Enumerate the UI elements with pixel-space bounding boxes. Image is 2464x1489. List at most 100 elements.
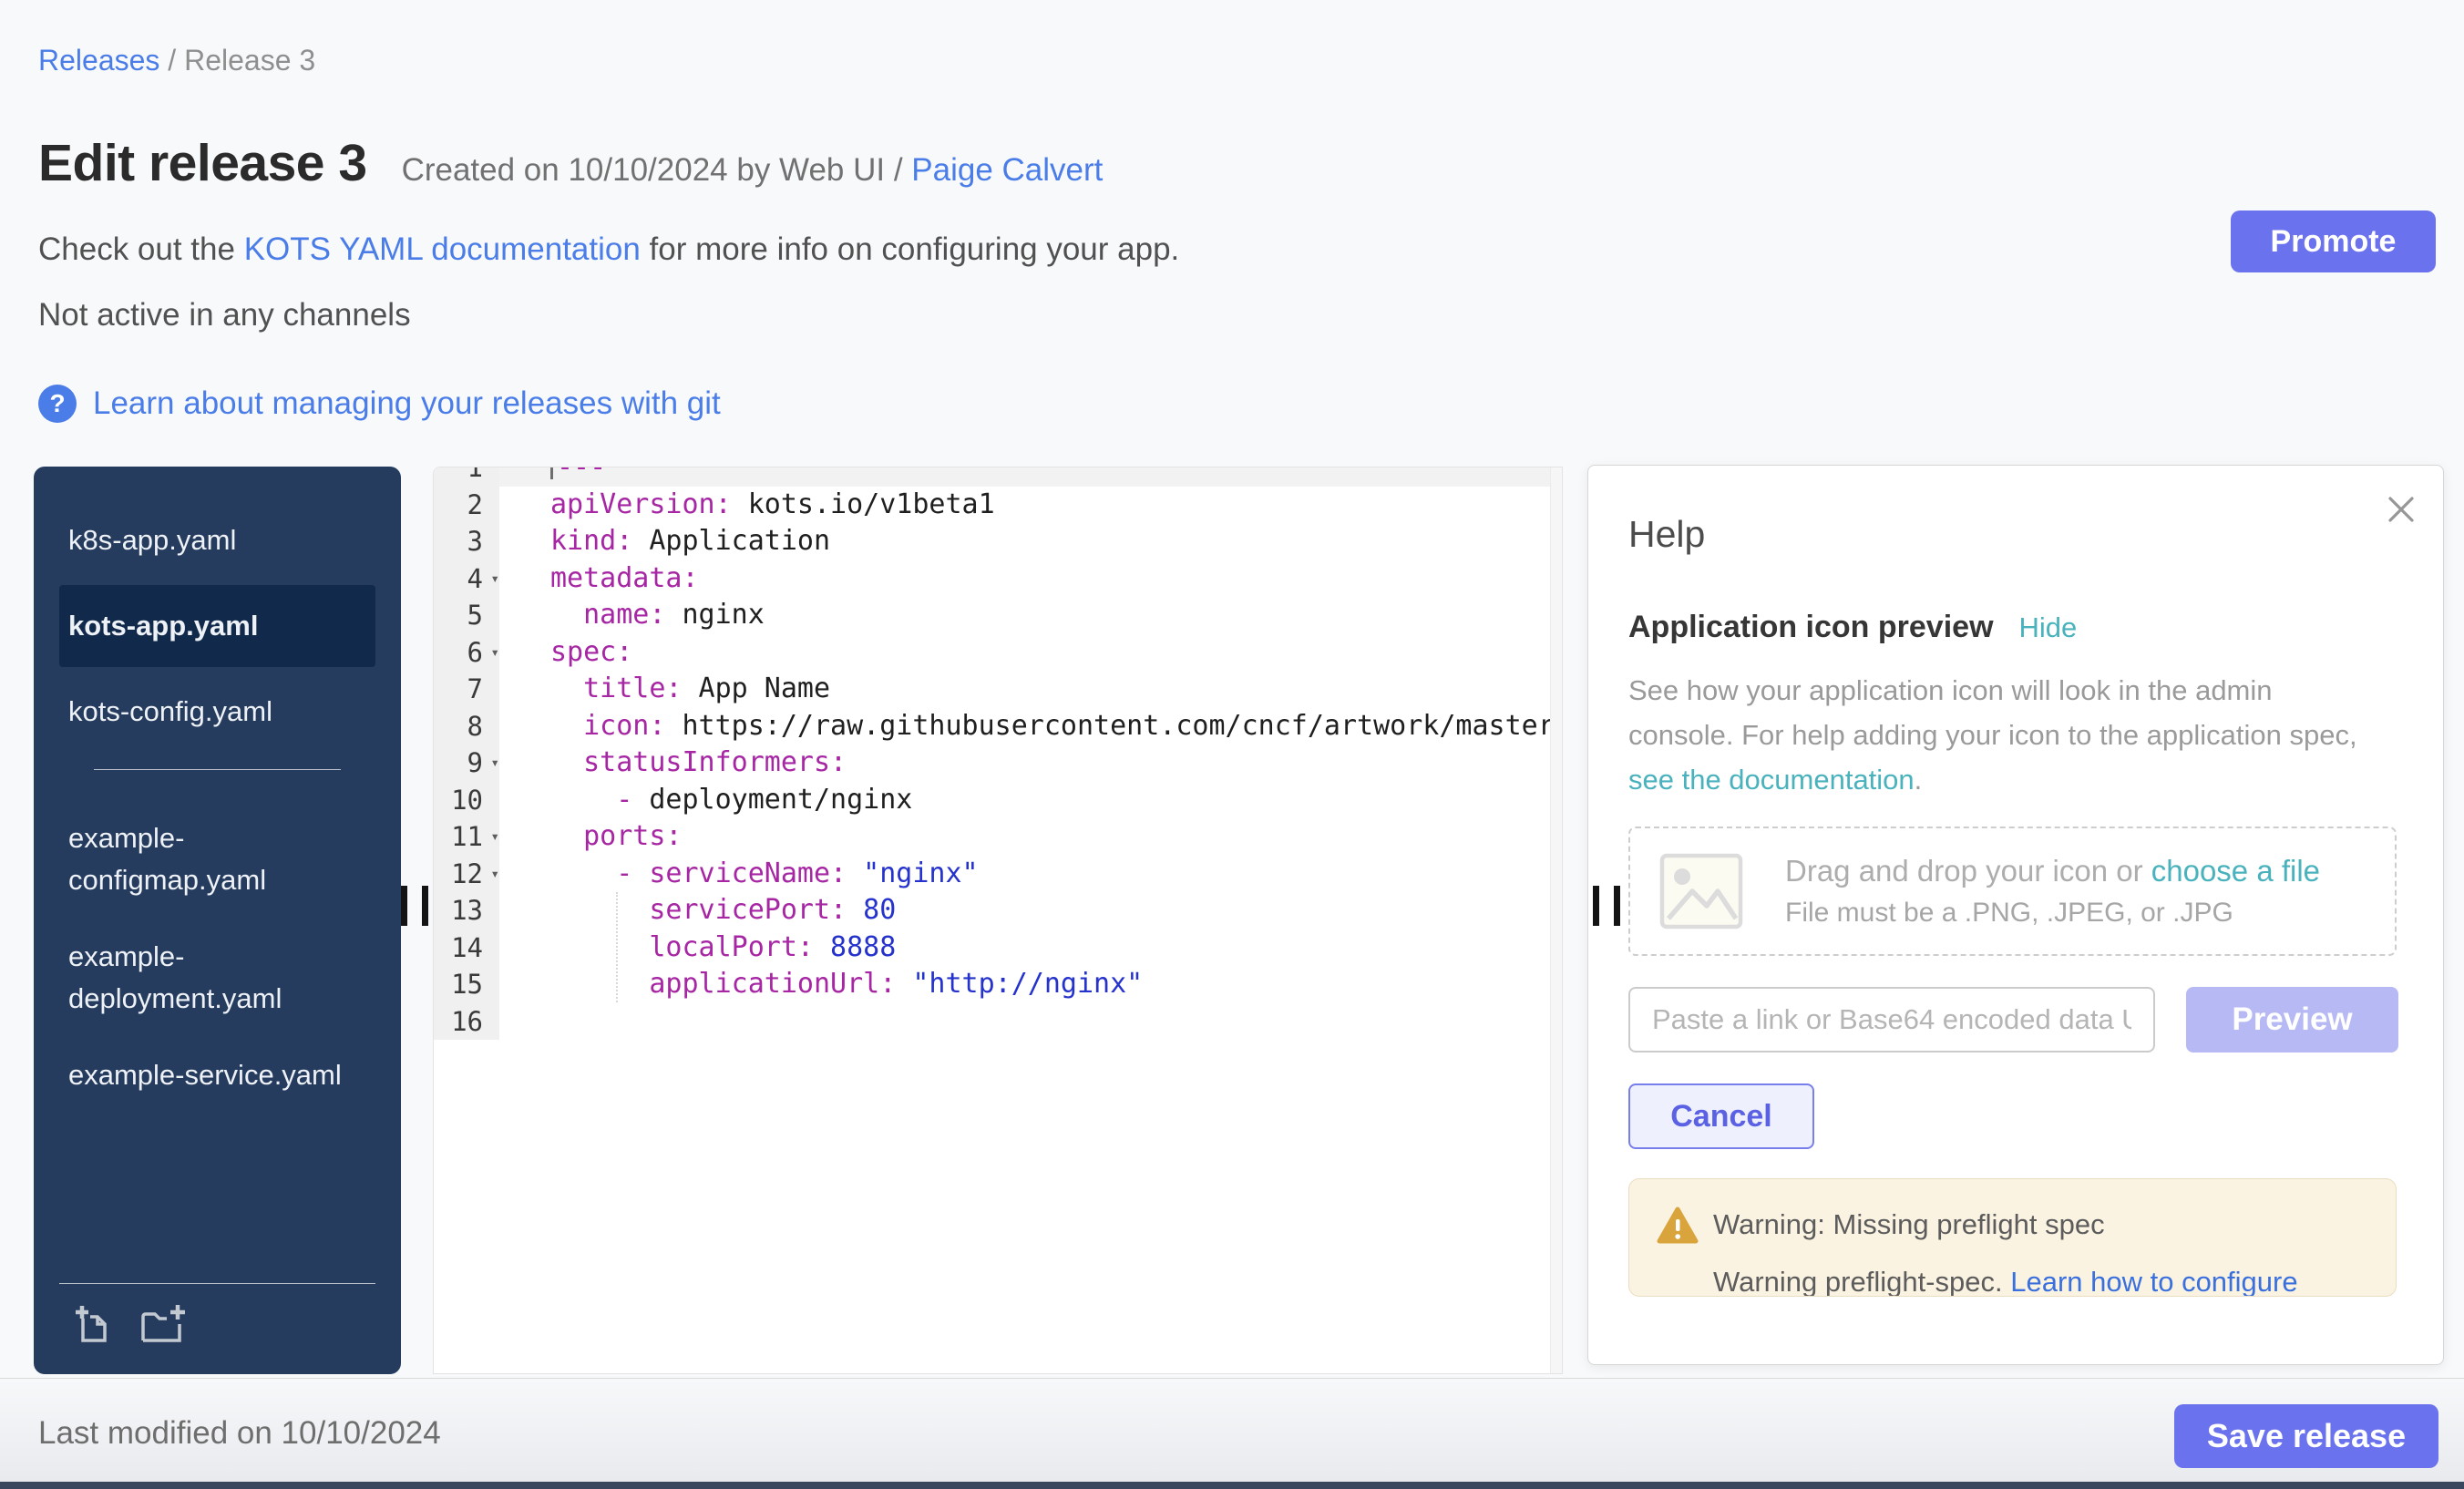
code-line[interactable]: 10 - deployment/nginx — [434, 782, 1562, 819]
text-cursor — [550, 467, 553, 479]
code-line[interactable]: 9▾ statusInformers: — [434, 744, 1562, 782]
help-panel-resize-handle[interactable] — [1593, 886, 1626, 926]
code-key: name: — [550, 599, 665, 631]
kots-docs-link[interactable]: KOTS YAML documentation — [244, 231, 641, 267]
file-list: k8s-app.yaml kots-app.yaml kots-config.y… — [34, 467, 401, 1107]
code-value: nginx — [665, 599, 764, 631]
created-info: Created on 10/10/2024 by Web UI / Paige … — [402, 152, 1104, 189]
code-line[interactable]: 11▾ ports: — [434, 818, 1562, 856]
close-help-button[interactable] — [2383, 491, 2419, 528]
preflight-warning: Warning: Missing preflight spec Warning … — [1628, 1178, 2397, 1297]
fold-arrow-icon[interactable]: ▾ — [490, 744, 499, 782]
hide-link[interactable]: Hide — [2019, 611, 2078, 644]
code-line[interactable]: 7 title: App Name — [434, 671, 1562, 708]
code-line[interactable]: 13 servicePort: 80 — [434, 892, 1562, 929]
add-folder-icon — [139, 1304, 187, 1344]
title-row: Edit release 3 Created on 10/10/2024 by … — [38, 133, 1103, 193]
save-release-button[interactable]: Save release — [2174, 1404, 2438, 1468]
code-line[interactable]: 12▾ - serviceName: "nginx" — [434, 856, 1562, 893]
fold-arrow-icon[interactable]: ▾ — [490, 818, 499, 856]
preflight-configure-link[interactable]: Learn how to configure — [2010, 1266, 2297, 1297]
line-number: 12▾ — [434, 856, 499, 893]
code-key: metadata: — [550, 562, 699, 594]
line-number: 6▾ — [434, 634, 499, 672]
code-line[interactable]: 2 apiVersion: kots.io/v1beta1 — [434, 487, 1562, 524]
line-number: 5 — [434, 597, 499, 634]
code-line[interactable]: 3 kind: Application — [434, 523, 1562, 560]
promote-button[interactable]: Promote — [2231, 211, 2436, 272]
code-line[interactable]: 16 — [434, 1003, 1562, 1041]
dropzone-file-requirements: File must be a .PNG, .JPEG, or .JPG — [1785, 898, 2320, 929]
sidebar-actions — [59, 1283, 375, 1374]
line-number: 4▾ — [434, 560, 499, 598]
warning-body: Warning preflight-spec. Learn how to con… — [1713, 1266, 2298, 1297]
code-line[interactable]: 14 localPort: 8888 — [434, 929, 1562, 967]
line-number: 15 — [434, 966, 499, 1003]
image-placeholder-icon — [1659, 853, 1743, 929]
code-key: - serviceName: — [550, 857, 847, 889]
line-number: 10 — [434, 782, 499, 819]
file-item-k8s-app[interactable]: k8s-app.yaml — [59, 508, 375, 572]
add-file-button[interactable] — [72, 1304, 112, 1347]
add-folder-button[interactable] — [139, 1304, 187, 1347]
code-key: --- — [557, 467, 606, 483]
section-title: Application icon preview — [1628, 610, 1994, 645]
fold-arrow-icon[interactable]: ▾ — [490, 634, 499, 672]
icon-url-row: Preview — [1628, 987, 2398, 1053]
file-item-example-configmap[interactable]: example-configmap.yaml — [59, 806, 375, 912]
code-value: App Name — [683, 673, 831, 704]
git-releases-link[interactable]: Learn about managing your releases with … — [93, 385, 721, 422]
icon-dropzone[interactable]: Drag and drop your icon or choose a file… — [1628, 827, 2397, 956]
see-documentation-link[interactable]: see the documentation — [1628, 764, 1915, 796]
choose-file-link[interactable]: choose a file — [2151, 854, 2320, 888]
code-key: spec: — [550, 636, 632, 668]
code-value: Application — [632, 525, 830, 557]
code-key: icon: — [550, 710, 665, 742]
fold-arrow-icon[interactable]: ▾ — [490, 560, 499, 598]
code-line[interactable]: 8 icon: https://raw.githubusercontent.co… — [434, 708, 1562, 745]
help-panel-title: Help — [1628, 513, 1705, 556]
code-key: localPort: — [550, 931, 814, 963]
line-number: 14 — [434, 929, 499, 967]
file-item-kots-app[interactable]: kots-app.yaml — [59, 585, 375, 667]
cancel-button[interactable]: Cancel — [1628, 1083, 1814, 1149]
file-item-kots-config[interactable]: kots-config.yaml — [59, 680, 375, 744]
code-key: title: — [550, 673, 683, 704]
code-line[interactable]: 5 name: nginx — [434, 597, 1562, 634]
breadcrumb: Releases / Release 3 — [38, 44, 315, 77]
code-key: applicationUrl: — [550, 968, 896, 1000]
line-number: 1 — [434, 467, 499, 487]
code-key: ports: — [550, 820, 683, 852]
author-link[interactable]: Paige Calvert — [911, 152, 1103, 188]
fold-arrow-icon[interactable]: ▾ — [490, 856, 499, 893]
line-number: 8 — [434, 708, 499, 745]
code-value: kots.io/v1beta1 — [732, 488, 995, 520]
line-number: 13 — [434, 892, 499, 929]
preview-button[interactable]: Preview — [2186, 987, 2398, 1053]
file-sidebar: k8s-app.yaml kots-app.yaml kots-config.y… — [34, 467, 401, 1374]
file-item-example-deployment[interactable]: example-deployment.yaml — [59, 925, 375, 1031]
git-help-row: ? Learn about managing your releases wit… — [38, 385, 721, 423]
code-line[interactable]: 1 --- — [434, 467, 1562, 487]
code-line[interactable]: 15 applicationUrl: "http://nginx" — [434, 966, 1562, 1003]
breadcrumb-separator: / — [159, 44, 184, 77]
code-string: "nginx" — [847, 857, 979, 889]
breadcrumb-current: Release 3 — [184, 44, 315, 77]
last-modified-text: Last modified on 10/10/2024 — [38, 1415, 441, 1452]
code-line[interactable]: 6▾ spec: — [434, 634, 1562, 672]
channel-status: Not active in any channels — [38, 297, 411, 334]
line-number: 16 — [434, 1003, 499, 1041]
docs-line: Check out the KOTS YAML documentation fo… — [38, 231, 1179, 268]
editor-scrollbar[interactable] — [1550, 467, 1562, 1373]
yaml-editor[interactable]: 1 --- 2 apiVersion: kots.io/v1beta1 3 ki… — [433, 467, 1563, 1374]
sidebar-resize-handle[interactable] — [401, 886, 434, 926]
breadcrumb-releases-link[interactable]: Releases — [38, 44, 159, 77]
code-line[interactable]: 4▾ metadata: — [434, 560, 1562, 598]
icon-url-input[interactable] — [1628, 987, 2155, 1053]
file-item-example-service[interactable]: example-service.yaml — [59, 1043, 375, 1107]
warning-title: Warning: Missing preflight spec — [1713, 1208, 2105, 1241]
footer-bar: Last modified on 10/10/2024 Save release — [0, 1378, 2464, 1482]
line-number: 2 — [434, 487, 499, 524]
code-key: - — [550, 784, 649, 816]
line-number: 9▾ — [434, 744, 499, 782]
